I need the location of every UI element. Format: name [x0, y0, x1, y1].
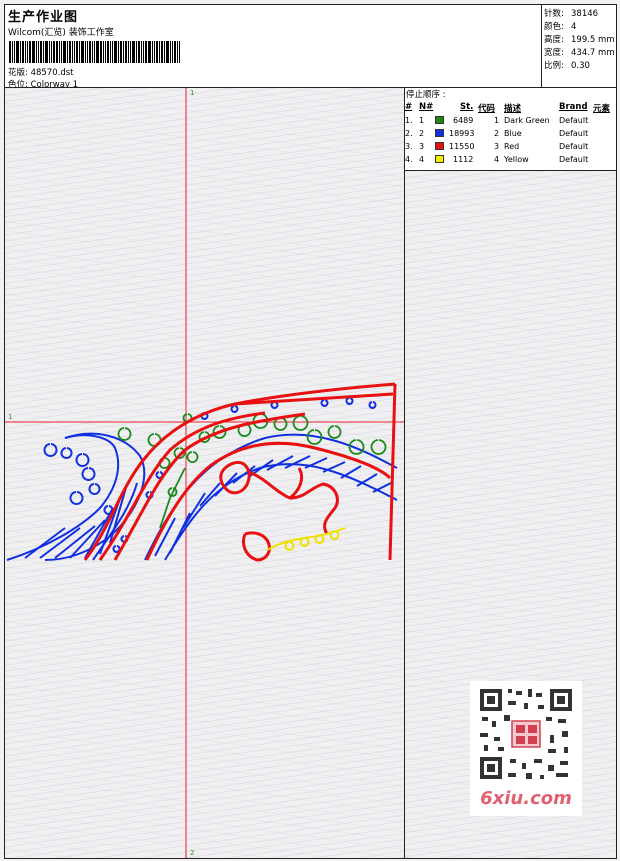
embroidery-preview [5, 88, 404, 858]
table-row: 3. 3 11550 3 Red Default [405, 142, 589, 151]
table-row: 2. 2 18993 2 Blue Default [405, 129, 589, 138]
col-header-stitches: St. [460, 102, 474, 112]
col-header-n: N# [419, 102, 434, 112]
design-file: 48570.dst [30, 68, 74, 78]
qr-watermark: 6xiu.com [470, 681, 582, 816]
stop-sequence-title: 停止顺序 : [406, 90, 446, 100]
stats-panel: 针数: 38146 颜色: 4 高度: 199.5 mm 宽度: 434.7 mm 比例… [541, 4, 617, 88]
watermark-site-text: 6xiu.com [480, 788, 572, 809]
stat-height: 高度: 199.5 mm [544, 35, 615, 45]
col-header-element: 元素 [593, 104, 611, 114]
red-outline-motif [83, 382, 397, 562]
stop-sequence-panel: 停止顺序 : # N# St. 代码 描述 Brand 元素 1. 1 6489… [405, 88, 616, 171]
studio-name: Wilcom(汇览) 装饰工作室 [8, 28, 114, 38]
col-header-description: 描述 [504, 104, 522, 114]
header-panel: 生产作业图 Wilcom(汇览) 装饰工作室 花版: 48570.dst 色位:… [4, 4, 542, 90]
page-title: 生产作业图 [8, 10, 79, 25]
stat-stitches: 针数: 38146 [544, 9, 599, 19]
yellow-swirl-motif [266, 527, 346, 551]
stat-width: 宽度: 434.7 mm [544, 48, 615, 58]
stat-colors: 颜色: 4 [544, 22, 577, 32]
col-header-code: 代码 [478, 104, 496, 114]
stat-scale: 比例: 0.30 [544, 61, 590, 71]
design-label: 花版: [8, 68, 28, 78]
table-row: 4. 4 1112 4 Yellow Default [405, 155, 589, 164]
col-header-brand: Brand [559, 102, 588, 112]
col-header-index: # [405, 102, 413, 112]
design-canvas: 1 1 2 [4, 87, 405, 859]
qr-code-icon [476, 685, 576, 783]
color-swatch-yellow [435, 155, 444, 163]
color-swatch-blue [435, 129, 444, 137]
table-row: 1. 1 6489 1 Dark Green Default [405, 116, 589, 125]
color-swatch-red [435, 142, 444, 150]
barcode [9, 41, 217, 63]
design-info: 花版: 48570.dst [8, 66, 73, 78]
color-swatch-dark-green [435, 116, 444, 124]
